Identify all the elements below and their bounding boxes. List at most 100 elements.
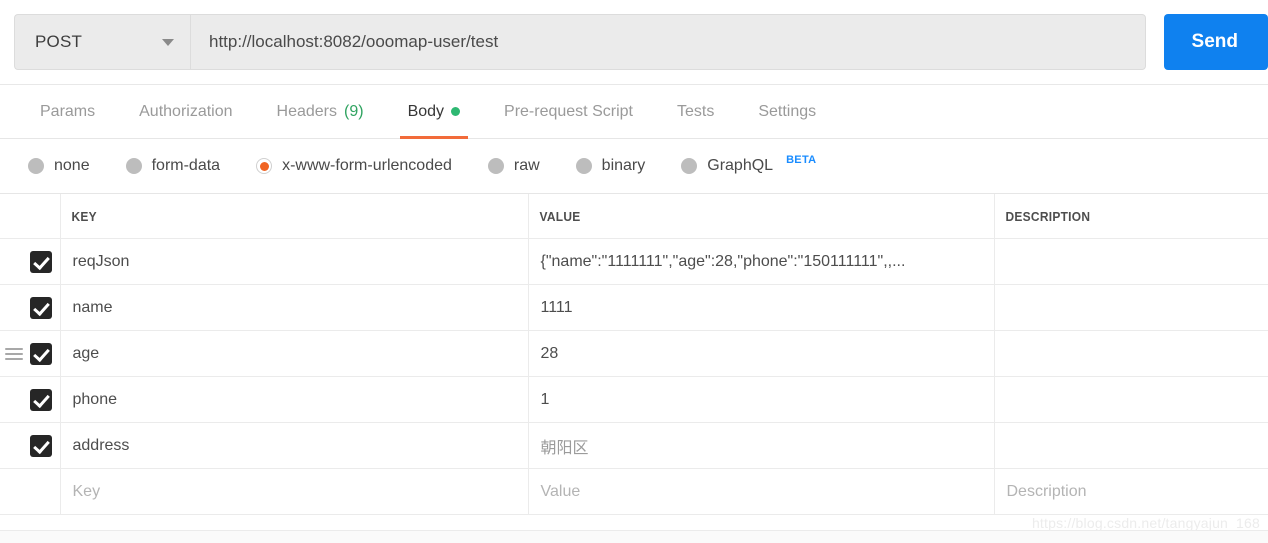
row-value-cell[interactable]: 28	[528, 331, 994, 377]
table-header-value-label: VALUE	[528, 209, 956, 224]
watermark-text: https://blog.csdn.net/tangyajun_168	[1032, 515, 1260, 531]
body-type-x-www-form-urlencoded[interactable]: x-www-form-urlencoded	[256, 154, 452, 178]
request-tabs: Params Authorization Headers (9) Body Pr…	[0, 85, 1268, 139]
row-key-text: reqJson	[61, 253, 528, 271]
radio-icon	[488, 158, 504, 174]
table-header-description: DESCRIPTION	[994, 194, 1246, 239]
row-checkbox-cell	[0, 285, 60, 331]
row-value-text: 28	[529, 345, 994, 363]
radio-selected-icon	[256, 158, 272, 174]
row-key-text: phone	[61, 391, 528, 409]
new-row-value-placeholder: Value	[529, 483, 994, 501]
body-type-form-data-label: form-data	[152, 154, 220, 178]
row-value-cell[interactable]: {"name":"1111111","age":28,"phone":"1501…	[528, 239, 994, 285]
row-checkbox-wrap	[0, 297, 60, 319]
checkbox-checked-icon[interactable]	[30, 297, 52, 319]
send-button[interactable]: Send	[1164, 14, 1268, 70]
green-dot-icon	[451, 107, 460, 116]
table-row: phone 1	[0, 377, 1268, 423]
body-type-form-data[interactable]: form-data	[126, 154, 220, 178]
request-url-input[interactable]: http://localhost:8082/ooomap-user/test	[190, 14, 1146, 70]
tab-settings[interactable]: Settings	[736, 85, 838, 138]
radio-icon	[28, 158, 44, 174]
tab-params[interactable]: Params	[18, 85, 117, 138]
row-description-cell[interactable]	[994, 377, 1268, 423]
tab-settings-label: Settings	[758, 103, 816, 121]
row-value-cell[interactable]: 1	[528, 377, 994, 423]
chevron-down-icon	[162, 39, 174, 46]
row-value-text: 1111	[529, 299, 994, 317]
new-row-description-cell[interactable]: Description	[994, 469, 1268, 515]
tab-headers-count: (9)	[344, 103, 364, 121]
body-type-none-label: none	[54, 154, 90, 178]
tab-body-label: Body	[408, 103, 444, 121]
table-row: address 朝阳区	[0, 423, 1268, 469]
checkbox-checked-icon[interactable]	[30, 389, 52, 411]
tab-headers-label: Headers	[277, 103, 337, 121]
body-type-graphql-label: GraphQL	[707, 154, 773, 178]
table-header-key: KEY	[60, 194, 491, 239]
table-header-key-label: KEY	[60, 209, 490, 224]
row-key-cell[interactable]: reqJson	[60, 239, 528, 285]
checkbox-checked-icon[interactable]	[30, 435, 52, 457]
beta-badge: BETA	[786, 154, 816, 166]
table-row: name 1111	[0, 285, 1268, 331]
tab-pre-request-script-label: Pre-request Script	[504, 103, 633, 121]
tab-authorization[interactable]: Authorization	[117, 85, 254, 138]
body-type-graphql[interactable]: GraphQL BETA	[681, 154, 816, 178]
tab-tests[interactable]: Tests	[655, 85, 736, 138]
row-value-cell[interactable]: 朝阳区	[528, 423, 994, 469]
body-type-none[interactable]: none	[28, 154, 90, 178]
table-header-checkbox	[0, 194, 55, 239]
checkbox-checked-icon[interactable]	[30, 343, 52, 365]
table-row: age 28	[0, 331, 1268, 377]
drag-handle-icon[interactable]	[5, 348, 23, 360]
new-row-key-placeholder: Key	[61, 483, 528, 501]
row-description-cell[interactable]	[994, 423, 1268, 469]
row-key-text: age	[61, 345, 528, 363]
row-checkbox-cell	[0, 331, 60, 377]
tab-authorization-label: Authorization	[139, 103, 232, 121]
body-type-binary-label: binary	[602, 154, 646, 178]
tab-tests-label: Tests	[677, 103, 714, 121]
new-row-key-cell[interactable]: Key	[60, 469, 528, 515]
http-method-select[interactable]: POST	[14, 14, 190, 70]
row-description-cell[interactable]	[994, 331, 1268, 377]
row-key-cell[interactable]: age	[60, 331, 528, 377]
body-type-raw-label: raw	[514, 154, 540, 178]
row-checkbox-cell	[0, 377, 60, 423]
row-checkbox-wrap	[0, 251, 60, 273]
tab-headers[interactable]: Headers (9)	[255, 85, 386, 138]
checkbox-checked-icon[interactable]	[30, 251, 52, 273]
row-key-text: address	[61, 437, 528, 455]
row-key-cell[interactable]: name	[60, 285, 528, 331]
row-description-cell[interactable]	[994, 239, 1268, 285]
body-type-raw[interactable]: raw	[488, 154, 540, 178]
tab-body[interactable]: Body	[386, 85, 482, 138]
table-new-row: Key Value Description	[0, 469, 1268, 515]
table-header-description-label: DESCRIPTION	[994, 209, 1246, 224]
body-params-table: KEY VALUE DESCRIPTION reqJson {"name":"1…	[0, 194, 1268, 515]
new-row-description-placeholder: Description	[995, 483, 1268, 501]
radio-icon	[576, 158, 592, 174]
row-description-cell[interactable]	[994, 285, 1268, 331]
tab-params-label: Params	[40, 103, 95, 121]
bottom-filler	[0, 530, 1268, 543]
row-value-text: 朝阳区	[529, 434, 994, 458]
body-type-x-www-form-urlencoded-label: x-www-form-urlencoded	[282, 154, 452, 178]
row-checkbox-cell	[0, 239, 60, 285]
table-row: reqJson {"name":"1111111","age":28,"phon…	[0, 239, 1268, 285]
http-method-label: POST	[35, 32, 82, 52]
new-row-value-cell[interactable]: Value	[528, 469, 994, 515]
row-value-text: {"name":"1111111","age":28,"phone":"1501…	[529, 253, 994, 271]
table-header-row: KEY VALUE DESCRIPTION	[0, 194, 1268, 239]
row-value-cell[interactable]: 1111	[528, 285, 994, 331]
body-type-binary[interactable]: binary	[576, 154, 646, 178]
request-url-bar: POST http://localhost:8082/ooomap-user/t…	[0, 0, 1268, 85]
row-key-cell[interactable]: phone	[60, 377, 528, 423]
tab-pre-request-script[interactable]: Pre-request Script	[482, 85, 655, 138]
row-key-cell[interactable]: address	[60, 423, 528, 469]
table-header-value: VALUE	[528, 194, 957, 239]
row-checkbox-wrap	[0, 435, 60, 457]
row-checkbox-cell	[0, 423, 60, 469]
